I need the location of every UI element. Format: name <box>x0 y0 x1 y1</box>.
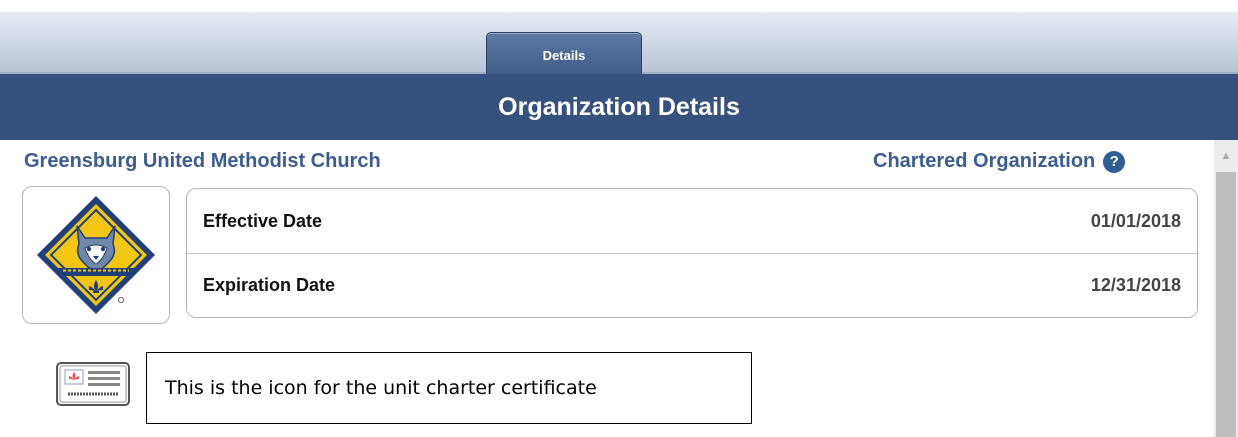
expiration-date-row: Expiration Date 12/31/2018 <box>187 253 1197 317</box>
expiration-date-value: 12/31/2018 <box>1090 275 1181 295</box>
callout-annotation: This is the icon for the unit charter ce… <box>146 352 752 424</box>
scrollbar-thumb[interactable] <box>1216 172 1236 437</box>
page-title: Organization Details <box>498 92 740 121</box>
organization-type: Chartered Organization ? <box>873 150 1126 173</box>
organization-name: Greensburg United Methodist Church <box>24 150 381 172</box>
page-title-bar: Organization Details <box>0 74 1238 140</box>
top-strip <box>0 0 1238 12</box>
cub-scouts-logo-icon <box>37 196 155 314</box>
callout-text: This is the icon for the unit charter ce… <box>165 377 597 399</box>
unit-logo <box>22 186 170 324</box>
help-icon[interactable]: ? <box>1103 150 1126 173</box>
tab-bar: Details <box>0 12 1238 78</box>
unit-charter-certificate-icon[interactable] <box>56 362 130 406</box>
tab-details[interactable]: Details <box>486 32 642 78</box>
expiration-date-label: Expiration Date <box>203 275 336 295</box>
effective-date-value: 01/01/2018 <box>1090 210 1181 231</box>
organization-type-label: Chartered Organization <box>873 150 1096 172</box>
effective-date-row: Effective Date 01/01/2018 <box>187 189 1197 253</box>
scroll-up-arrow-icon[interactable]: ▲ <box>1214 146 1238 166</box>
dates-panel: Effective Date 01/01/2018 Expiration Dat… <box>186 188 1198 318</box>
effective-date-label: Effective Date <box>203 210 323 231</box>
